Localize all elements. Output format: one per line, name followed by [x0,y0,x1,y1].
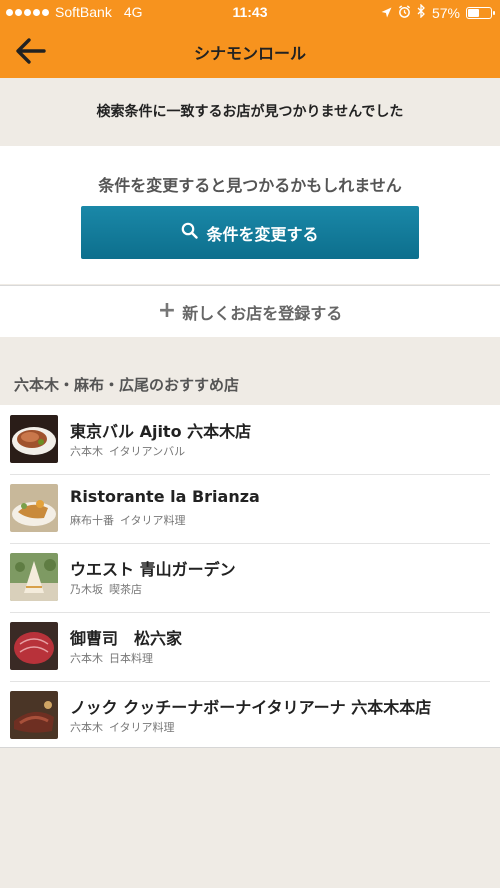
shop-genre: イタリア料理 [109,721,175,734]
location-icon [381,5,392,21]
shop-name: ノック クッチーナボーナイタリアーナ 六本木本店 [70,698,432,717]
list-item[interactable]: Ristorante la Brianza 麻布十番 イタリア料理 [0,474,500,543]
shop-meta: 六本木 イタリアンバル [70,443,185,459]
search-icon [181,222,199,243]
list-item[interactable]: ウエスト 青山ガーデン 乃木坂 喫茶店 [0,543,500,612]
shop-area: 六本木 [70,445,103,458]
list-item[interactable]: 東京バル Ajito 六本木店 六本木 イタリアンバル [0,405,500,474]
status-right: 57% [381,3,495,21]
shop-thumbnail [10,553,58,601]
plus-icon: + [157,298,177,323]
change-condition-label: 条件を変更する [206,224,319,244]
shop-name: 御曹司 松六家 [70,629,183,648]
shop-genre: イタリアンバル [109,445,186,458]
shop-area: 六本木 [70,721,103,734]
shop-meta: 麻布十番 イタリア料理 [70,512,186,528]
register-shop-label: 新しくお店を登録する [182,303,343,323]
battery-percent: 57% [431,4,460,21]
no-result-message: 検索条件に一致するお店が見つかりませんでした [0,78,500,144]
shop-name: Ristorante la Brianza [70,487,260,506]
shop-thumbnail [10,622,58,670]
shop-name: 東京バル Ajito 六本木店 [70,422,252,441]
battery-icon [466,6,495,19]
shop-meta: 乃木坂 喫茶店 [70,581,142,597]
nav-bar: シナモンロール [0,26,500,78]
shop-genre: 喫茶店 [109,583,142,596]
alarm-icon [398,4,411,21]
battery-fill [468,8,479,17]
shop-thumbnail [10,484,58,532]
shop-meta: 六本木 日本料理 [70,650,153,666]
shop-genre: 日本料理 [109,652,153,665]
shop-name: ウエスト 青山ガーデン [70,560,236,579]
bluetooth-icon [417,3,426,21]
shop-thumbnail [10,691,58,739]
shop-genre: イタリア料理 [120,514,186,527]
recommend-section-title: 六本木・麻布・広尾のおすすめ店 [14,376,240,394]
recommend-list: 東京バル Ajito 六本木店 六本木 イタリアンバル Ristorante la… [0,405,500,748]
shop-area: 麻布十番 [70,514,114,527]
shop-thumbnail [10,415,58,463]
change-hint-text: 条件を変更すると見つかるかもしれません [98,176,402,195]
list-item[interactable]: 御曹司 松六家 六本木 日本料理 [0,612,500,681]
list-item[interactable]: ノック クッチーナボーナイタリアーナ 六本木本店 六本木 イタリア料理 [0,681,500,750]
shop-area: 六本木 [70,652,103,665]
status-bar: SoftBank 4G 11:43 57% [0,0,500,26]
page-title: シナモンロール [193,44,306,63]
register-shop-button[interactable]: + 新しくお店を登録する [0,285,500,337]
shop-meta: 六本木 イタリア料理 [70,719,175,735]
change-condition-button[interactable]: 条件を変更する [81,206,419,259]
shop-area: 乃木坂 [70,583,103,596]
